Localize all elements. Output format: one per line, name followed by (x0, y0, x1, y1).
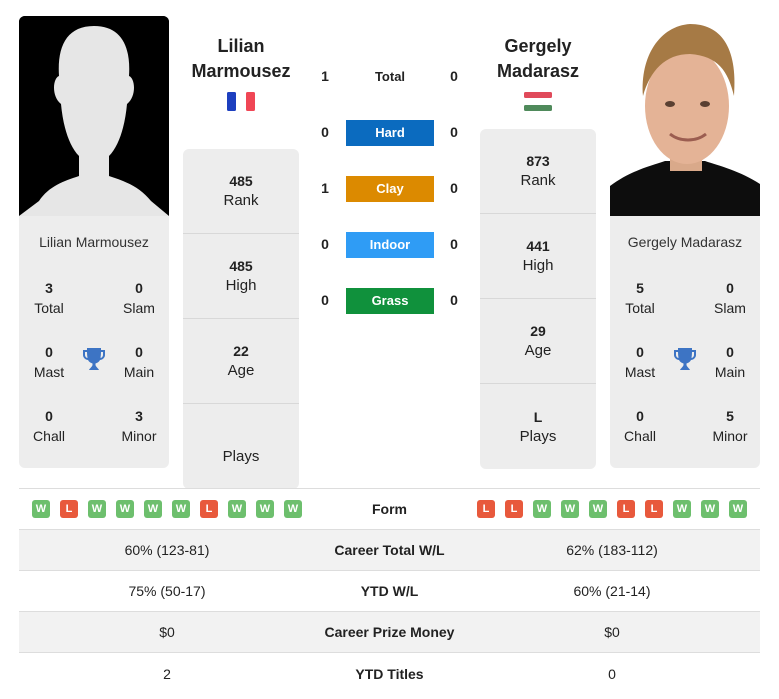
comparison-table: WLWWWWLWWW Form LLWWWLLWWW 60% (123-81) … (19, 488, 760, 694)
h2h-hard-row: 0 Hard 0 (310, 120, 470, 146)
form-label: Form (372, 501, 407, 517)
h2h-total-label: Total (374, 69, 406, 84)
player2-main-titles: 0 Main (714, 344, 746, 380)
grass-surface-button[interactable]: Grass (346, 288, 434, 314)
player1-rank: 485 Rank (183, 149, 299, 234)
player1-form: WLWWWWLWWW (19, 500, 315, 518)
player2-challenger-titles: 0 Chall (624, 408, 656, 444)
table-row: 75% (50-17) YTD W/L 60% (21-14) (19, 571, 760, 612)
h2h-clay-row: 1 Clay 0 (310, 176, 470, 202)
win-badge[interactable]: W (561, 500, 579, 518)
player1-titles-card: Lilian Marmousez 3 Total 0 Slam 0 Mast 0 Mai… (19, 216, 169, 468)
player1-main-titles: 0 Main (123, 344, 155, 380)
loss-badge[interactable]: L (60, 500, 78, 518)
player1-minor-titles: 3 Minor (121, 408, 157, 444)
win-badge[interactable]: W (284, 500, 302, 518)
player2-minor-titles: 5 Minor (712, 408, 748, 444)
player1-name-heading[interactable]: Lilian Marmousez (171, 34, 311, 84)
h2h-grass-row: 0 Grass 0 (310, 288, 470, 314)
win-badge[interactable]: W (172, 500, 190, 518)
win-badge[interactable]: W (256, 500, 274, 518)
trophy-icon (81, 346, 107, 372)
player2-age: 29 Age (480, 299, 596, 384)
player1-slam-titles: 0 Slam (123, 280, 155, 316)
player2-photo[interactable] (610, 16, 760, 216)
loss-badge[interactable]: L (645, 500, 663, 518)
table-row: $0 Career Prize Money $0 (19, 612, 760, 653)
france-flag-icon (227, 92, 255, 111)
player1-masters-titles: 0 Mast (33, 344, 65, 380)
win-badge[interactable]: W (88, 500, 106, 518)
silhouette-avatar-icon (19, 16, 169, 216)
table-row: 60% (123-81) Career Total W/L 62% (183-1… (19, 530, 760, 571)
player2-total-titles: 5 Total (625, 280, 655, 316)
player1-photo[interactable] (19, 16, 169, 216)
player2-masters-titles: 0 Mast (624, 344, 656, 380)
h2h-total-row: 1 Total 0 (310, 64, 470, 90)
win-badge[interactable]: W (533, 500, 551, 518)
win-badge[interactable]: W (673, 500, 691, 518)
table-row: 2 YTD Titles 0 (163, 665, 616, 682)
player1-challenger-titles: 0 Chall (33, 408, 65, 444)
loss-badge[interactable]: L (505, 500, 523, 518)
win-badge[interactable]: W (589, 500, 607, 518)
player2-slam-titles: 0 Slam (714, 280, 746, 316)
hard-surface-button[interactable]: Hard (346, 120, 434, 146)
win-badge[interactable]: W (144, 500, 162, 518)
player1-age: 22 Age (183, 319, 299, 404)
player2-name-heading[interactable]: Gergely Madarasz (468, 34, 608, 84)
win-badge[interactable]: W (701, 500, 719, 518)
player1-plays: Plays (222, 447, 260, 465)
loss-badge[interactable]: L (200, 500, 218, 518)
player2-high: 441 High (480, 214, 596, 299)
player2-card-name: Gergely Madarasz (627, 234, 743, 250)
player1-total-titles: 3 Total (34, 280, 64, 316)
win-badge[interactable]: W (32, 500, 50, 518)
loss-badge[interactable]: L (477, 500, 495, 518)
player1-card-name: Lilian Marmousez (39, 234, 149, 250)
trophy-icon (672, 346, 698, 372)
win-badge[interactable]: W (729, 500, 747, 518)
hungary-flag-icon (524, 92, 552, 111)
indoor-surface-button[interactable]: Indoor (346, 232, 434, 258)
player2-titles-card: Gergely Madarasz 5 Total 0 Slam 0 Mast 0 Mai… (610, 216, 760, 468)
h2h-indoor-row: 0 Indoor 0 (310, 232, 470, 258)
player2-stats-column: 873 Rank 441 High 29 Age L Plays (480, 129, 596, 469)
player1-high: 485 High (183, 234, 299, 319)
player2-rank: 873 Rank (480, 129, 596, 214)
win-badge[interactable]: W (116, 500, 134, 518)
clay-surface-button[interactable]: Clay (346, 176, 434, 202)
player-portrait-icon (610, 16, 760, 216)
player2-plays: L Plays (519, 408, 557, 445)
loss-badge[interactable]: L (617, 500, 635, 518)
player2-form: LLWWWLLWWW (464, 500, 760, 518)
win-badge[interactable]: W (228, 500, 246, 518)
form-row: WLWWWWLWWW Form LLWWWLLWWW (19, 489, 760, 530)
player1-stats-column: 485 Rank 485 High 22 Age Plays (183, 149, 299, 489)
